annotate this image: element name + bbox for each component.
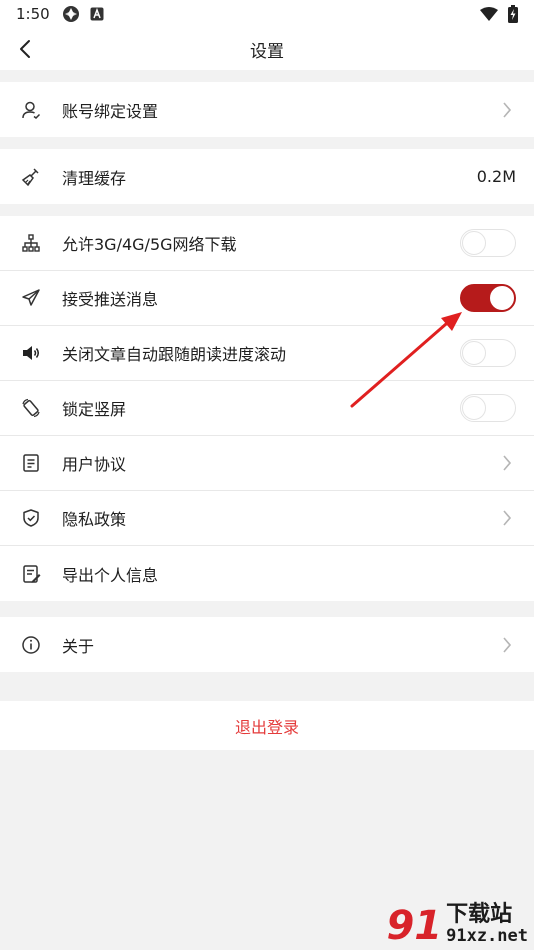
title-bar: 设置 xyxy=(0,28,534,70)
back-arrow-icon xyxy=(20,40,30,58)
wifi-icon xyxy=(480,7,498,21)
export-personal-info-row[interactable]: 导出个人信息 xyxy=(0,546,534,601)
status-bar: 1:50 xyxy=(0,0,534,28)
clear-cache-label: 清理缓存 xyxy=(62,168,127,188)
watermark-logo: 91 下载站 91xz.net xyxy=(378,894,528,946)
chevron-right-icon xyxy=(500,100,514,120)
broom-icon xyxy=(20,166,42,188)
account-binding-row[interactable]: 账号绑定设置 xyxy=(0,82,534,137)
send-icon xyxy=(20,287,42,309)
toggle-knob xyxy=(462,231,486,255)
privacy-policy-row[interactable]: 隐私政策 xyxy=(0,491,534,546)
push-notification-label: 接受推送消息 xyxy=(62,290,159,309)
page-title: 设置 xyxy=(250,41,284,62)
user-icon xyxy=(20,99,42,121)
screen-rotation-icon xyxy=(20,397,42,419)
cloud-sync-icon xyxy=(62,5,80,23)
toggle-knob xyxy=(462,396,486,420)
account-binding-label: 账号绑定设置 xyxy=(62,101,159,121)
auto-scroll-label: 关闭文章自动跟随朗读进度滚动 xyxy=(62,345,287,364)
chevron-right-icon xyxy=(500,453,514,473)
watermark-text: 下载站 xyxy=(446,902,513,928)
back-button[interactable] xyxy=(10,34,40,64)
export-document-icon xyxy=(20,563,42,585)
user-agreement-row[interactable]: 用户协议 xyxy=(0,436,534,491)
cache-size-value: 0.2M xyxy=(476,167,516,186)
auto-scroll-toggle[interactable] xyxy=(460,339,516,367)
network-download-label: 允许3G/4G/5G网络下载 xyxy=(62,235,237,254)
document-icon xyxy=(20,452,42,474)
privacy-policy-label: 隐私政策 xyxy=(62,510,127,529)
push-notification-row: 接受推送消息 xyxy=(0,271,534,326)
export-personal-info-label: 导出个人信息 xyxy=(62,565,159,585)
watermark-domain: 91xz.net xyxy=(446,926,528,947)
user-agreement-label: 用户协议 xyxy=(62,455,127,474)
battery-charging-icon xyxy=(508,5,518,23)
auto-scroll-row: 关闭文章自动跟随朗读进度滚动 xyxy=(0,326,534,381)
lock-portrait-label: 锁定竖屏 xyxy=(62,400,127,419)
network-icon xyxy=(20,232,42,254)
about-row[interactable]: 关于 xyxy=(0,617,534,672)
app-a-icon xyxy=(90,7,104,21)
chevron-right-icon xyxy=(500,508,514,528)
account-section: 账号绑定设置 xyxy=(0,82,534,137)
about-label: 关于 xyxy=(62,636,95,656)
lock-portrait-toggle[interactable] xyxy=(460,394,516,422)
info-icon xyxy=(20,634,42,656)
toggle-knob xyxy=(490,286,514,310)
clear-cache-row[interactable]: 清理缓存 0.2M xyxy=(0,149,534,204)
logout-label: 退出登录 xyxy=(234,717,299,737)
watermark-mark: 91 xyxy=(386,903,443,949)
network-download-toggle[interactable] xyxy=(460,229,516,257)
network-download-row: 允许3G/4G/5G网络下载 xyxy=(0,216,534,271)
toggle-knob xyxy=(462,341,486,365)
logout-button[interactable]: 退出登录 xyxy=(0,701,534,750)
cache-section: 清理缓存 0.2M xyxy=(0,149,534,204)
lock-portrait-row: 锁定竖屏 xyxy=(0,381,534,436)
options-section: 允许3G/4G/5G网络下载 接受推送消息 关闭文章自动跟随朗读进度滚动 锁定竖… xyxy=(0,216,534,601)
status-time: 1:50 xyxy=(16,5,50,23)
watermark-texts: 下载站 91xz.net xyxy=(446,902,528,947)
shield-icon xyxy=(20,507,42,529)
about-section: 关于 xyxy=(0,617,534,672)
chevron-right-icon xyxy=(500,635,514,655)
push-notification-toggle[interactable] xyxy=(460,284,516,312)
speaker-icon xyxy=(20,342,42,364)
status-right-icons xyxy=(480,5,518,23)
